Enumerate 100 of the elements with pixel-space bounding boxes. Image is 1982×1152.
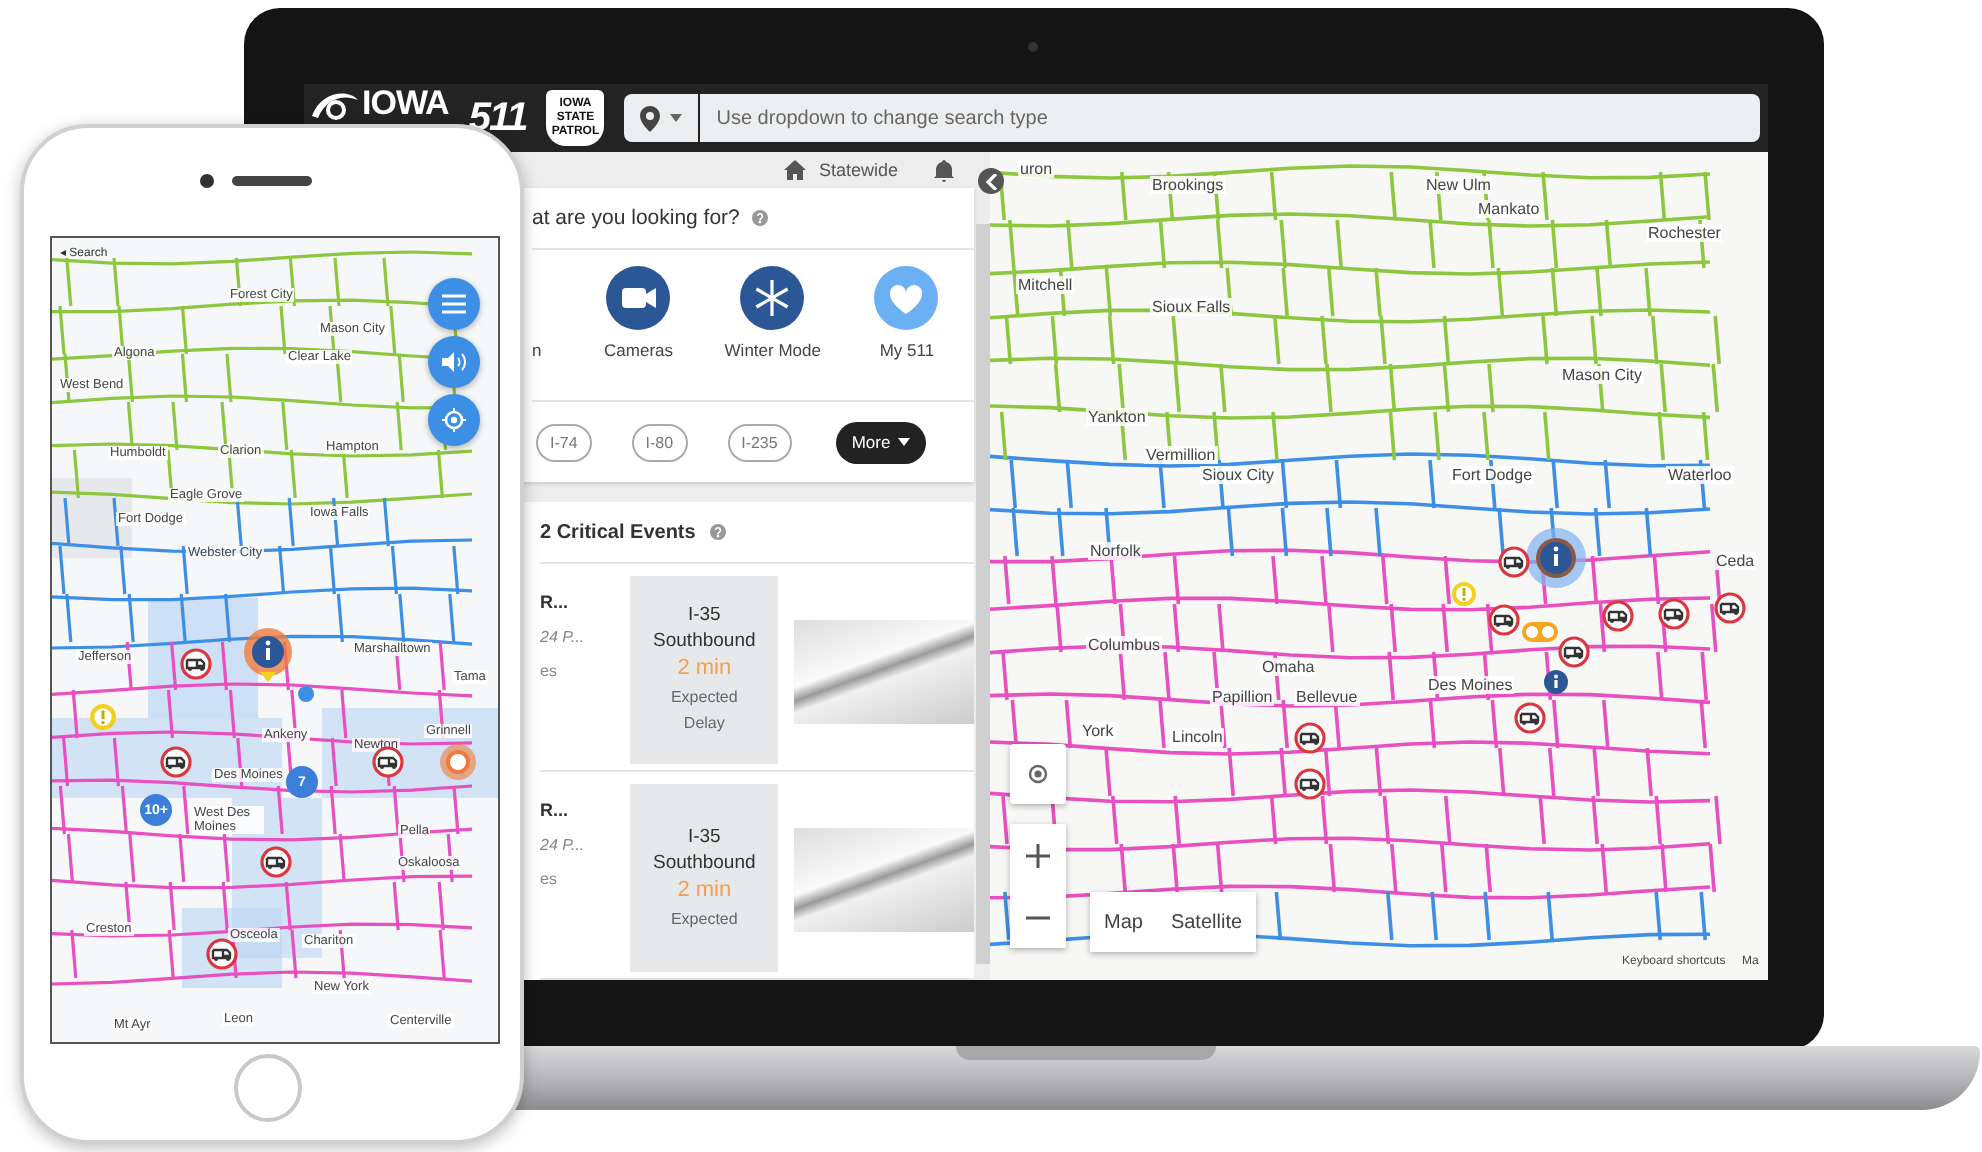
scrollbar[interactable] [976,224,990,964]
event-row[interactable]: R... 24 P... es I-35 Southbound 2 min Expected Delay [540,564,974,772]
category-label[interactable]: Cameras [588,340,689,360]
city-label: York [1080,722,1116,740]
plus-icon [1024,841,1052,869]
category-label[interactable]: My 511 [856,340,957,360]
snowflake-icon[interactable] [740,266,805,330]
zoom-in-button[interactable] [1010,824,1066,886]
bell-icon[interactable] [934,159,954,181]
tow-truck-marker-icon[interactable] [1602,600,1634,632]
city-label: Omaha [1260,658,1317,676]
city-label: Rochester [1646,224,1723,242]
delay-caption: Expected [668,907,740,931]
audio-button[interactable] [428,336,480,388]
construction-marker-icon[interactable] [1522,622,1558,642]
speaker-icon [442,352,466,372]
city-label: Des Moines [1426,676,1515,694]
delay-caption: Expected Delay [668,686,740,736]
delay-time: 2 min [677,877,732,901]
incident-marker-icon[interactable] [440,744,476,780]
location-dot-icon [298,686,314,702]
route-chip[interactable]: I-80 [631,423,688,461]
city-label: Ceda [1714,552,1757,570]
tow-truck-marker-icon[interactable] [1558,636,1590,668]
tow-truck-marker-icon[interactable] [206,938,238,970]
city-label: Mason City [1560,366,1645,384]
search-field[interactable]: Use dropdown to change search type [700,94,1760,142]
more-button[interactable]: More [835,421,927,463]
info-marker-icon[interactable] [1526,528,1586,588]
swoosh-logo-icon [308,88,360,124]
location-link[interactable]: Statewide [818,160,898,180]
tow-truck-marker-icon[interactable] [180,648,212,680]
category-label[interactable]: Winter Mode [722,340,823,360]
city-label: Columbus [1086,636,1163,654]
route-chip[interactable]: I-235 [727,423,792,461]
locate-button[interactable] [428,394,480,446]
event-time: 24 P... [540,628,587,646]
city-label: Lincoln [1170,728,1225,746]
city-label: Mankato [1476,200,1542,218]
card-question: at are you looking for? [532,206,740,230]
webcam-icon [1028,42,1038,52]
city-label: Waterloo [1666,466,1734,484]
event-title: R... [540,592,571,612]
direction-text: Southbound [653,851,756,873]
tow-truck-marker-icon[interactable] [1714,592,1746,624]
city-label: Yankton [1086,408,1148,426]
warning-marker-icon[interactable] [90,704,116,730]
minus-icon [1024,915,1052,919]
tow-truck-marker-icon[interactable] [372,746,404,778]
city-label: Papillion [1210,688,1275,706]
logo-text: IOWA [362,88,449,120]
city-label: Bellevue [1294,688,1360,706]
city-label: Mitchell [1016,276,1075,294]
road-name: I-35 [687,825,721,847]
search-type-dropdown[interactable] [624,94,699,142]
event-row[interactable]: R... 24 P... es I-35 Southbound 2 min Expected [540,772,974,980]
road-name: I-35 [687,604,721,626]
city-label: Fort Dodge [1450,466,1535,484]
tow-truck-marker-icon[interactable] [160,746,192,778]
event-title: R... [540,800,571,820]
brand-logo-text: 511 [468,95,527,141]
tow-truck-marker-icon[interactable] [1658,598,1690,630]
map-type-button[interactable]: Satellite [1156,892,1257,952]
event-note: es [540,870,559,888]
info-marker-icon[interactable] [244,628,292,684]
phone-speaker-icon [232,176,312,186]
caret-icon [670,114,683,122]
event-time: 24 P... [540,836,587,854]
city-label: Sioux City [1200,466,1277,484]
tow-truck-marker-icon[interactable] [1294,722,1326,754]
city-label: Norfolk [1088,542,1143,560]
category-label[interactable]: n [532,340,542,360]
locate-icon [1026,762,1050,786]
city-label: Sioux Falls [1150,298,1233,316]
city-label: uron [1018,160,1055,178]
tow-truck-marker-icon[interactable] [260,846,292,878]
home-icon[interactable] [784,160,807,180]
info-marker-icon[interactable] [1544,670,1568,694]
locate-icon [442,408,466,432]
locate-button[interactable] [1010,744,1066,804]
menu-icon [442,294,466,314]
map-type-button[interactable]: Map [1090,892,1157,952]
tow-truck-marker-icon[interactable] [1514,702,1546,734]
caret-icon [898,438,911,446]
tow-truck-marker-icon[interactable] [1498,546,1530,578]
menu-button[interactable] [428,278,480,330]
help-icon[interactable] [709,524,726,540]
city-label: Vermillion [1144,446,1218,464]
help-icon[interactable] [751,210,768,226]
city-label: Brookings [1150,176,1226,194]
city-label: New Ulm [1424,176,1493,194]
tow-truck-marker-icon[interactable] [1294,768,1326,800]
tow-truck-marker-icon[interactable] [1488,604,1520,636]
direction-text: Southbound [653,630,756,652]
warning-marker-icon[interactable] [1452,582,1476,606]
map-pin-icon [640,105,661,131]
route-chip[interactable]: I-74 [536,423,592,461]
chevron-left-icon [985,173,997,189]
delay-time: 2 min [677,656,732,680]
video-camera-icon[interactable] [606,266,671,330]
